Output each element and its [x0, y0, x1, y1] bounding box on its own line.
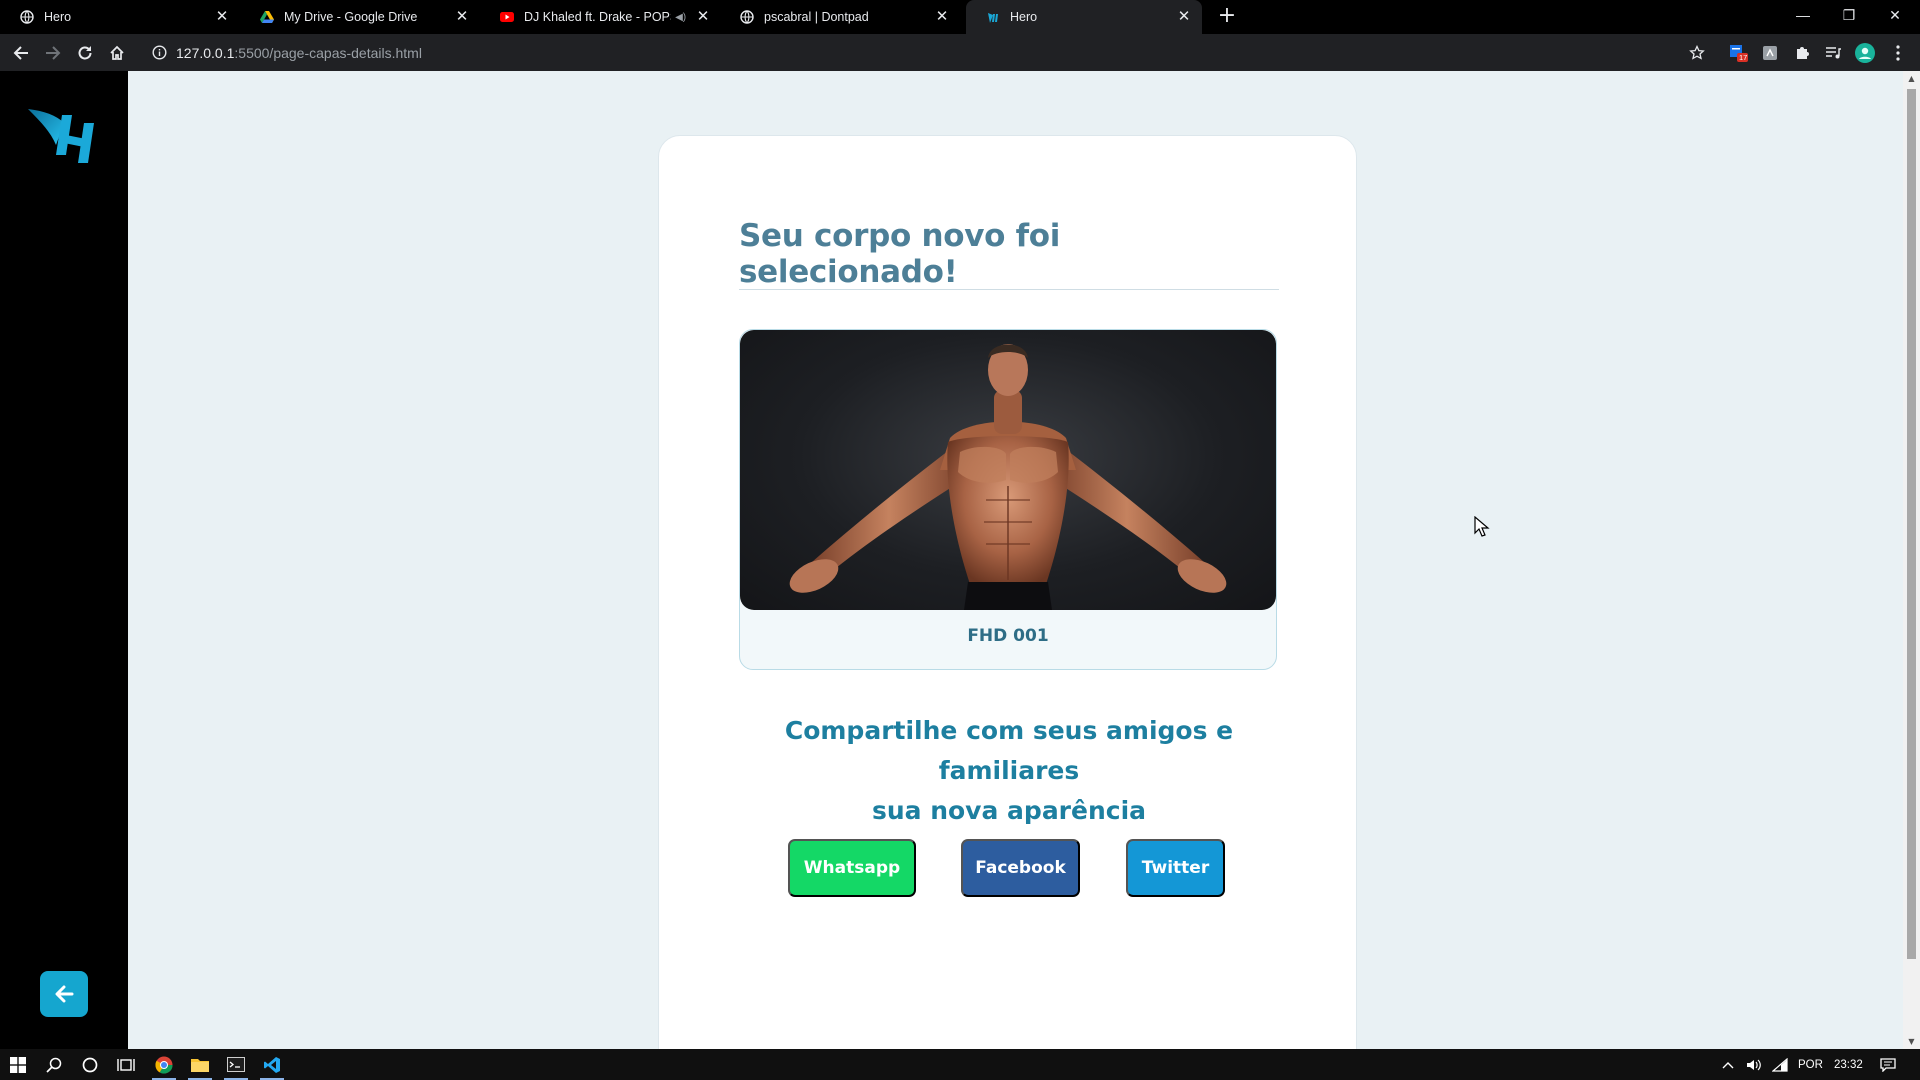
cortana-icon[interactable] [72, 1049, 108, 1080]
browser-tab[interactable]: pscabral | Dontpad ✕ [720, 0, 960, 34]
speaker-muted-icon[interactable]: ◀) [675, 12, 686, 23]
browser-tab[interactable]: Hero ✕ [0, 0, 240, 34]
vscode-icon[interactable] [254, 1049, 290, 1080]
calendar-extension-icon[interactable]: 17 [1728, 43, 1748, 63]
network-icon[interactable] [1772, 1049, 1788, 1080]
minimize-icon[interactable]: — [1780, 0, 1826, 30]
scroll-down-arrow-icon[interactable]: ▼ [1907, 1037, 1916, 1046]
windows-start-icon[interactable] [0, 1049, 36, 1080]
address-bar[interactable]: 127.0.0.1:5500/page-capas-details.html [140, 38, 1695, 67]
hero-logo-icon[interactable] [26, 101, 106, 171]
body-photo [740, 330, 1276, 610]
reload-icon[interactable] [73, 41, 97, 65]
notifications-icon[interactable] [1880, 1049, 1896, 1080]
vertical-scrollbar[interactable]: ▲ ▼ [1903, 71, 1920, 1049]
arrow-left-icon [55, 985, 74, 1003]
url-host: 127.0.0.1 [176, 44, 235, 61]
language-indicator[interactable]: POR [1798, 1049, 1823, 1080]
close-tab-icon[interactable]: ✕ [1176, 9, 1192, 25]
bookmark-star-icon[interactable] [1687, 43, 1707, 63]
clock[interactable]: 23:32 [1834, 1049, 1863, 1080]
windows-taskbar: POR 23:32 [0, 1049, 1920, 1080]
extension-icon[interactable] [1760, 43, 1780, 63]
share-message: Compartilhe com seus amigos e familiares… [719, 711, 1299, 831]
browser-menu-icon[interactable] [1888, 43, 1908, 63]
browser-tab-active[interactable]: Hero ✕ [966, 0, 1202, 34]
scrollbar-thumb[interactable] [1907, 89, 1916, 959]
back-button[interactable] [40, 971, 88, 1017]
tab-title: My Drive - Google Drive [284, 10, 418, 24]
browser-tab[interactable]: DJ Khaled ft. Drake - POPSTA ◀) ✕ [480, 0, 720, 34]
close-tab-icon[interactable]: ✕ [214, 9, 230, 25]
task-view-icon[interactable] [108, 1049, 144, 1080]
youtube-icon [500, 10, 514, 24]
divider [739, 289, 1279, 290]
back-arrow-icon[interactable] [9, 41, 33, 65]
browser-tab-strip: Hero ✕ My Drive - Google Drive ✕ DJ Khal… [0, 0, 1920, 34]
home-icon[interactable] [105, 41, 129, 65]
selection-card: Seu corpo novo foi selecionado! FHD 001 … [658, 135, 1357, 1049]
hero-logo-icon [986, 10, 1000, 24]
chrome-icon[interactable] [146, 1049, 182, 1080]
sidebar [0, 71, 128, 1049]
site-info-icon[interactable] [150, 44, 168, 62]
tab-title: DJ Khaled ft. Drake - POPSTA [524, 10, 671, 24]
share-message-line1: Compartilhe com seus amigos e familiares [784, 716, 1234, 785]
tab-title: Hero [44, 10, 72, 24]
whatsapp-share-button[interactable]: Whatsapp [788, 839, 916, 897]
close-tab-icon[interactable]: ✕ [454, 9, 470, 25]
url-path: :5500/page-capas-details.html [234, 44, 422, 61]
browser-toolbar: 127.0.0.1:5500/page-capas-details.html 1… [0, 34, 1920, 71]
media-queue-icon[interactable] [1823, 43, 1843, 63]
restore-icon[interactable]: ❐ [1826, 0, 1872, 30]
terminal-icon[interactable] [218, 1049, 254, 1080]
globe-icon [20, 10, 34, 24]
mouse-cursor-icon [1474, 515, 1490, 538]
scroll-up-arrow-icon[interactable]: ▲ [1907, 74, 1916, 83]
globe-icon [740, 10, 754, 24]
facebook-share-button[interactable]: Facebook [961, 839, 1080, 897]
close-tab-icon[interactable]: ✕ [934, 9, 950, 25]
extension-badge: 17 [1739, 53, 1748, 62]
speaker-icon[interactable] [1746, 1049, 1762, 1080]
share-message-line2: sua nova aparência [871, 796, 1147, 825]
tab-title: pscabral | Dontpad [764, 10, 869, 24]
search-icon[interactable] [36, 1049, 72, 1080]
puzzle-extensions-icon[interactable] [1792, 43, 1812, 63]
product-code: FHD 001 [967, 626, 1049, 646]
twitter-share-button[interactable]: Twitter [1126, 839, 1225, 897]
profile-avatar-icon[interactable] [1855, 43, 1875, 63]
new-tab-button[interactable]: + [1215, 5, 1239, 29]
browser-tab[interactable]: My Drive - Google Drive ✕ [240, 0, 480, 34]
close-tab-icon[interactable]: ✕ [696, 9, 710, 25]
google-drive-icon [260, 10, 274, 24]
close-window-icon[interactable]: ✕ [1872, 0, 1918, 30]
product-card[interactable]: FHD 001 [739, 329, 1277, 670]
tab-title: Hero [1010, 10, 1038, 24]
forward-arrow-icon[interactable] [41, 41, 65, 65]
show-hidden-icons[interactable] [1722, 1049, 1734, 1080]
file-explorer-icon[interactable] [182, 1049, 218, 1080]
page-title: Seu corpo novo foi selecionado! [739, 218, 1061, 290]
page-viewport: Seu corpo novo foi selecionado! FHD 001 … [0, 71, 1920, 1049]
